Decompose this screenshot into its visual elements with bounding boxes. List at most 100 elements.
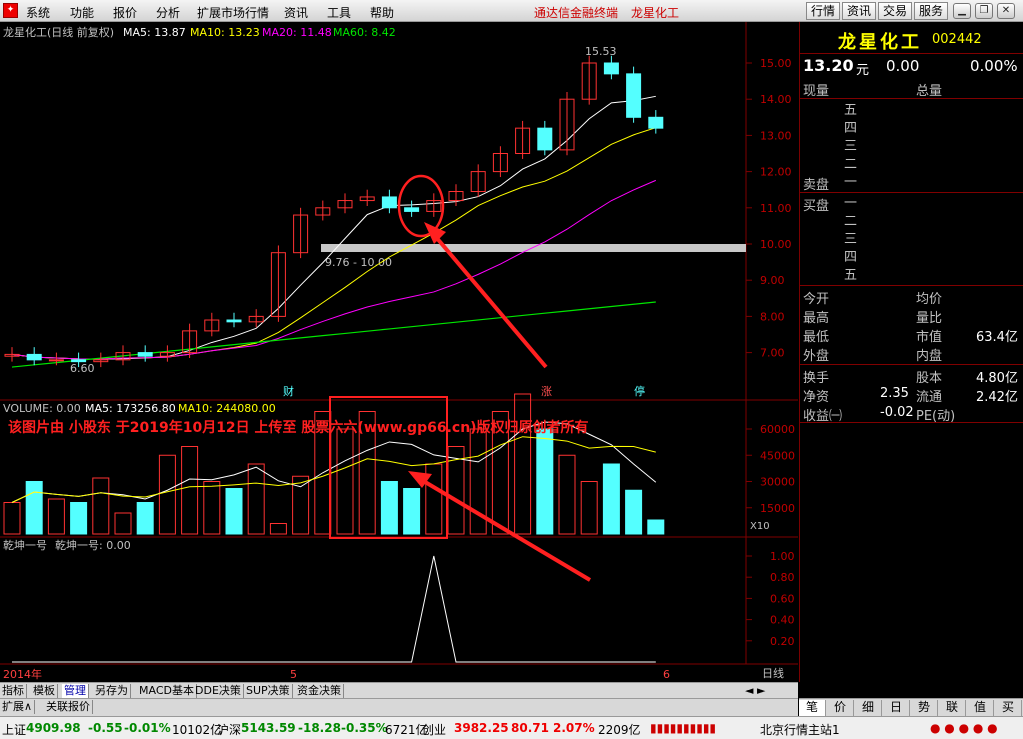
vol-tick-label: 15000 [760, 502, 795, 515]
status-bar: 上证 4909.98 -0.55 -0.01% 10102亿 沪深 5143.5… [0, 716, 1023, 739]
tab-template[interactable]: 模板 [31, 684, 58, 698]
indicator-tabbar: 指标 模板 管理 另存为 MACD基本 DDE决策 SUP决策 资金决策 ◄ ► [0, 682, 798, 698]
candle-body [48, 359, 64, 362]
menu-ext-market[interactable]: 扩展市场行情 [197, 4, 269, 21]
chart-title: 龙星化工(日线 前复权) [3, 25, 114, 39]
stat-cell: 内盘 [916, 349, 943, 364]
menu-tools[interactable]: 工具 [327, 4, 351, 21]
volume-bar [3, 502, 21, 535]
candle-body [381, 196, 397, 209]
rtab-trend[interactable]: 势 [911, 700, 938, 716]
annotation-circle [397, 174, 445, 238]
server-name[interactable]: 北京行情主站1 [760, 721, 840, 738]
volume-bars [3, 393, 665, 535]
sz-label: 沪深 [217, 723, 242, 737]
annotation-arrowhead [424, 222, 446, 244]
minimize-icon[interactable]: ▁ [953, 3, 971, 19]
high-label: 15.53 [585, 45, 617, 58]
rtab-trades[interactable]: 笔 [799, 700, 826, 716]
stat-cell: 流通 [916, 390, 943, 405]
rtab-day[interactable]: 日 [883, 700, 910, 716]
volume-bar [558, 454, 576, 535]
stat-cell: 2.42亿 [976, 390, 1018, 405]
status-tools-icon[interactable]: ● ● ● ● ● [930, 721, 998, 735]
cur-vol-label: 现量 [803, 84, 830, 99]
volume-bar [380, 481, 398, 535]
restore-icon[interactable]: ❐ [975, 3, 993, 19]
service-button[interactable]: 服务 [914, 2, 948, 20]
ma-lines [11, 95, 656, 368]
buy-levels: 一二三四五 [844, 196, 858, 283]
menu-analysis[interactable]: 分析 [156, 4, 180, 21]
candle-body [648, 116, 664, 129]
vol-tick-label: 45000 [760, 449, 795, 462]
range-label: 9.76 - 10.00 [325, 256, 392, 269]
indicator-axis: 1.00 0.80 0.60 0.40 0.20 [746, 550, 795, 648]
stat-cell: -0.02 [880, 405, 914, 420]
volume-bar [602, 463, 620, 535]
menu-bar: ✦ 系统 功能 报价 分析 扩展市场行情 资讯 工具 帮助 通达信金融终端 龙星… [0, 0, 1023, 22]
rtab-buy[interactable]: 买 [995, 700, 1022, 716]
stat-cell: 今开 [803, 292, 830, 307]
volume-bar [70, 502, 88, 535]
price-tick-label: 10.00 [760, 238, 792, 251]
quote-panel: 龙星化工 002442 13.20 元 0.00 0.00% 现量 总量 五四三… [799, 22, 1023, 682]
price-tick-label: 9.00 [760, 274, 785, 287]
menu-help[interactable]: 帮助 [370, 4, 394, 21]
related-quote-tab[interactable]: 关联报价 [44, 700, 93, 714]
tab-sup[interactable]: SUP决策 [244, 684, 293, 698]
ma20-line [11, 179, 656, 360]
ind-tick-label: 0.80 [770, 571, 795, 584]
ma20-label: MA20: 11.48 [262, 26, 332, 39]
tab-dde[interactable]: DDE决策 [193, 684, 244, 698]
rtab-detail[interactable]: 细 [855, 700, 882, 716]
kline-chart[interactable]: 龙星化工(日线 前复权) MA5: 13.87 MA10: 13.23 MA20… [0, 22, 798, 682]
rtab-price[interactable]: 价 [827, 700, 854, 716]
cy-change: 80.71 [511, 721, 549, 735]
rtab-value[interactable]: 值 [967, 700, 994, 716]
trade-button[interactable]: 交易 [878, 2, 912, 20]
date-may: 5 [290, 668, 297, 681]
price-tick-label: 11.00 [760, 202, 792, 215]
volume-bar [625, 489, 643, 535]
ma60-line [11, 301, 656, 368]
volume-bar [92, 477, 110, 535]
quote-button[interactable]: 行情 [806, 2, 840, 20]
price-range-band [321, 244, 746, 252]
menu-quote[interactable]: 报价 [113, 4, 137, 21]
volume-axis: 60000 45000 30000 15000 [746, 423, 795, 515]
sh-label: 上证 [2, 723, 27, 737]
close-icon[interactable]: ✕ [997, 3, 1015, 19]
nav-arrows-icon[interactable]: ◄ ► [745, 684, 765, 697]
ext-toggle[interactable]: 扩展∧ [0, 700, 36, 714]
news-button[interactable]: 资讯 [842, 2, 876, 20]
stat-cell: 市值 [916, 330, 943, 345]
ext-bar: 扩展∧ 关联报价 [0, 698, 798, 716]
tab-macd[interactable]: MACD基本 [137, 684, 197, 698]
vendor-stock: 龙星化工 [631, 6, 680, 20]
date-june: 6 [663, 668, 670, 681]
price-change-pct: 0.00% [970, 57, 1018, 75]
app-logo-icon: ✦ [3, 3, 18, 18]
stat-cell: 最低 [803, 330, 830, 345]
indicator-name: 乾坤一号 [3, 538, 47, 552]
tab-indicator[interactable]: 指标 [0, 684, 27, 698]
rtab-related[interactable]: 联 [939, 700, 966, 716]
tab-manage[interactable]: 管理 [62, 684, 89, 698]
stat-cell: 63.4亿 [976, 330, 1018, 345]
volume-bar [269, 523, 287, 535]
volume-bar [25, 481, 43, 535]
stock-price: 13.20 [803, 56, 854, 75]
menu-function[interactable]: 功能 [70, 4, 94, 21]
tab-fund[interactable]: 资金决策 [295, 684, 344, 698]
sell-levels: 五四三二一 [844, 103, 858, 190]
stat-cell: 2.35 [880, 386, 909, 401]
stat-cell: 量比 [916, 311, 943, 326]
volume-arrow [413, 474, 592, 582]
menu-system[interactable]: 系统 [26, 4, 50, 21]
vol-tick-label: 30000 [760, 476, 795, 489]
tab-saveas[interactable]: 另存为 [93, 684, 131, 698]
menu-news[interactable]: 资讯 [284, 4, 308, 21]
volume-bar [114, 512, 132, 535]
volume-bar [47, 498, 65, 535]
